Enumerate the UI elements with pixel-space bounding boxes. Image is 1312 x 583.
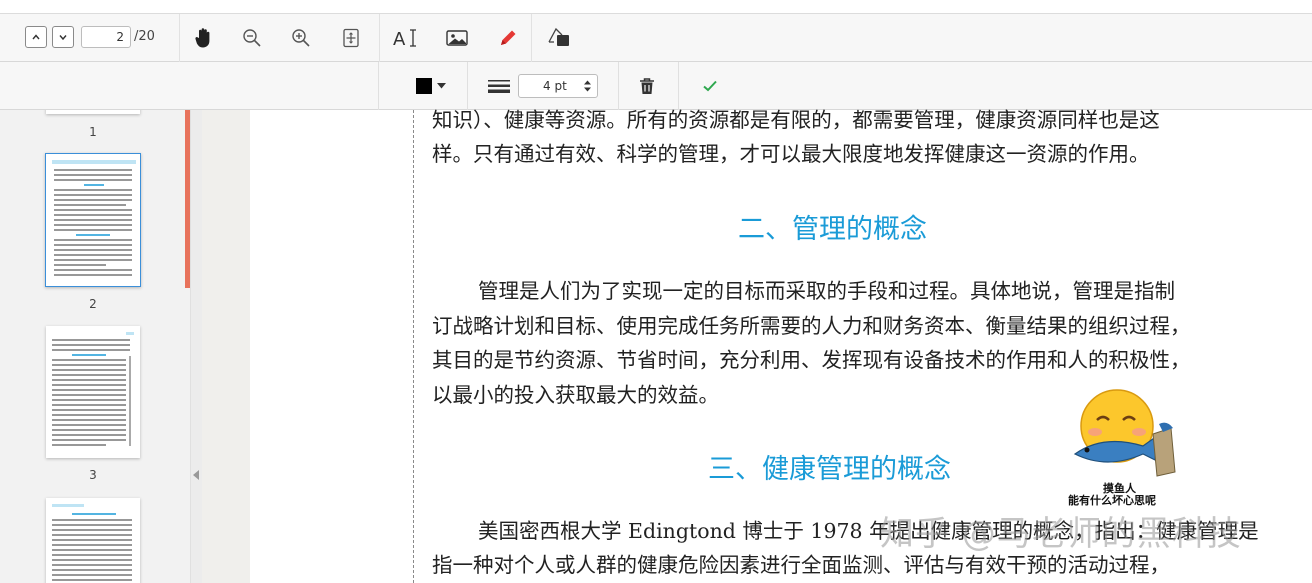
page-margin-guide [413,110,414,583]
paragraph-line: 管理是人们为了实现一定的目标而采取的手段和过程。具体地说，管理是指制 [478,279,1175,303]
shape-fill-button[interactable] [535,14,583,62]
smiley-fish-icon [1073,389,1176,477]
page-thumbnail-3[interactable] [46,326,140,458]
fit-page-icon [343,28,359,48]
hand-tool-button[interactable] [180,14,228,62]
zoom-out-button[interactable] [228,14,276,62]
paragraph-line: 以最小的投入获取最大的效益。 [432,383,719,407]
paragraph-line: 知识）、健康等资源。所有的资源都是有限的，都需要管理，健康资源同样也是这 [432,108,1160,132]
caret-down-icon [437,83,446,89]
hand-icon [195,28,210,48]
thumbnail-preview [52,504,132,581]
shape-fill-icon [548,27,569,46]
line-weight-icon [488,80,510,93]
chevron-down-icon [59,35,67,41]
thumbnail-sidebar: 1 2 3 [0,110,190,583]
emoji-sticker: 摸鱼人 能有什么坏心思呢 [1063,384,1183,510]
page-nav-group: /20 [0,14,180,62]
section-heading: 二、管理的概念 [738,214,927,245]
text-cursor-icon: A [393,29,416,48]
next-page-button[interactable] [52,26,74,48]
window-top-strip [0,0,1312,14]
prev-page-button[interactable] [25,26,47,48]
trash-icon [640,78,654,94]
thumbnail-label-3: 3 [89,468,97,482]
section-heading: 三、健康管理的概念 [708,454,951,485]
page-thumbnail-2[interactable] [45,153,141,287]
paragraph-line: 样。只有通过有效、科学的管理，才可以最大限度地发挥健康这一资源的作用。 [432,142,1150,166]
thumbnail-preview [52,160,136,276]
zoom-in-icon [292,29,310,47]
paragraph-line: 订战略计划和目标、使用完成任务所需要的人力和财务资本、衡量结果的组织过程， [432,314,1191,338]
pencil-icon [501,30,516,45]
view-tools-group [180,14,380,62]
stepper-icon[interactable] [583,79,592,93]
draw-button[interactable] [484,14,532,62]
caret-left-icon [193,470,199,480]
fit-page-button[interactable] [327,14,375,62]
chevron-up-icon [32,34,40,40]
divider [378,62,379,110]
page-total: /20 [134,29,155,44]
stroke-width-value: 4 pt [543,79,567,93]
page-thumbnail-1[interactable] [46,110,140,114]
annotate-tools-group: A [380,14,532,62]
paragraph-line: 其目的是节约资源、节省时间，充分利用、发挥现有设备技术的作用和人的积极性， [432,348,1191,372]
add-image-button[interactable] [433,14,481,62]
svg-text:A: A [393,29,406,48]
main-toolbar: /20 A [0,14,1312,62]
zoom-in-button[interactable] [277,14,325,62]
add-text-button[interactable]: A [382,14,430,62]
checkmark-icon [703,80,717,92]
thumbnail-label-2: 2 [89,297,97,311]
watermark: 知乎 @马老师的黑科技 [880,514,1242,554]
zoom-out-icon [243,29,261,47]
viewer-margin [202,110,250,583]
page-thumbnail-4[interactable] [46,498,140,583]
thumbnail-label-1: 1 [89,125,97,139]
sticker-caption-line2: 能有什么坏心思呢 [1068,494,1156,507]
image-icon [446,30,468,46]
sidebar-collapse-handle[interactable] [190,110,202,583]
thumbnail-preview [52,332,134,446]
stroke-color-swatch [416,78,432,94]
page-number-input[interactable] [81,26,131,48]
